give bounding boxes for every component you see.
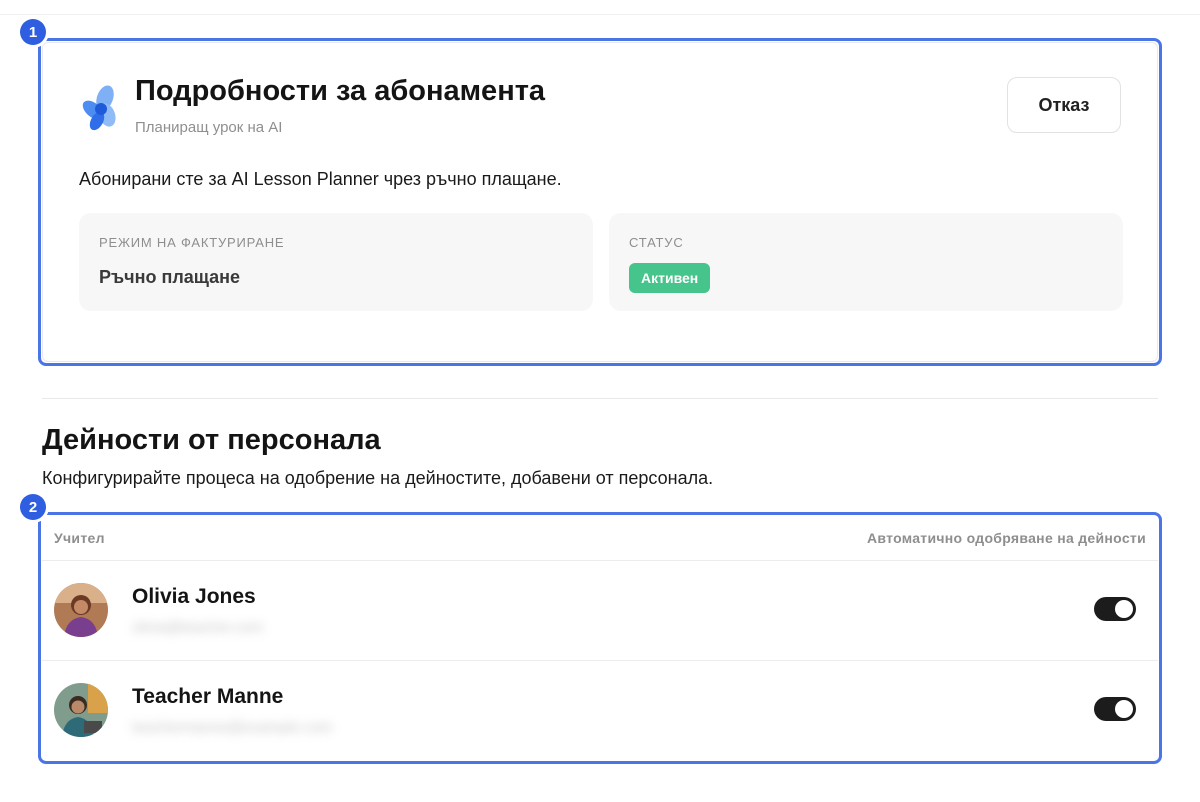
staff-section-description: Конфигурирайте процеса на одобрение на д…: [42, 468, 714, 488]
highlight-box-1: [38, 38, 1162, 366]
callout-badge-1: 1: [20, 19, 46, 45]
top-divider: [0, 14, 1200, 15]
highlight-box-2: [38, 512, 1162, 764]
staff-section-title: Дейности от персонала: [42, 424, 381, 456]
section-divider: [42, 398, 1158, 399]
callout-badge-2: 2: [20, 494, 46, 520]
